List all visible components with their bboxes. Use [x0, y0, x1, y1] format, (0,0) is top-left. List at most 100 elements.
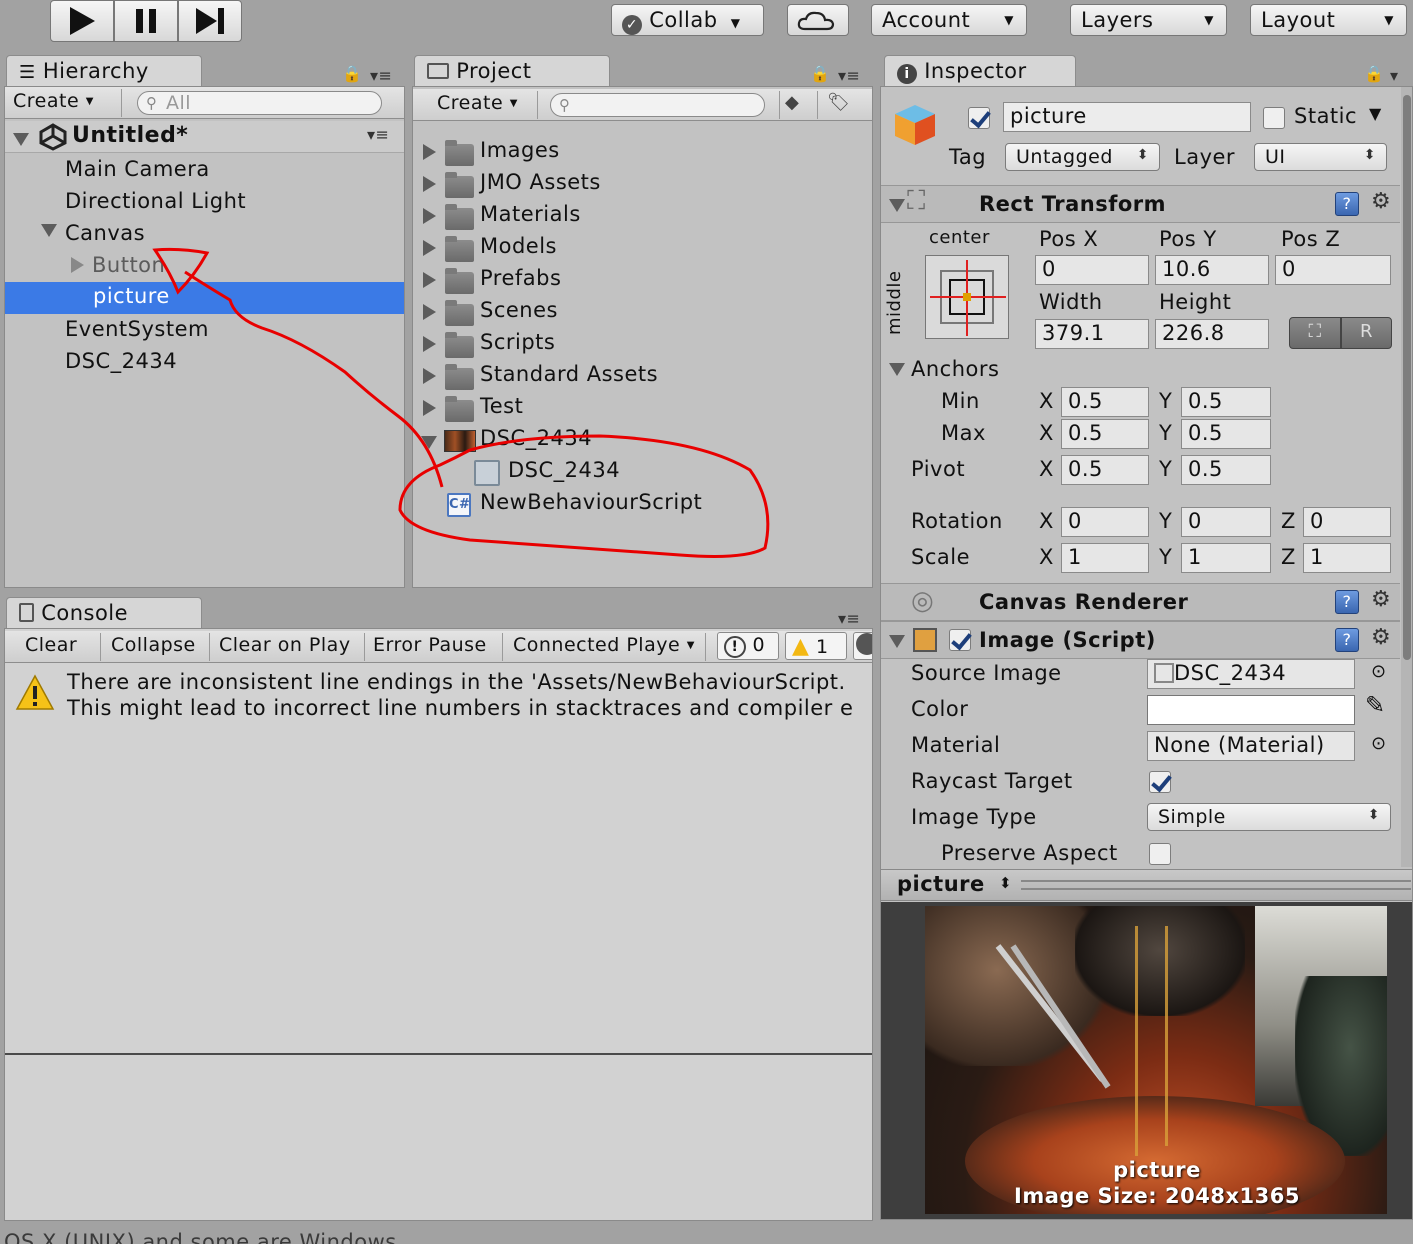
collapsed-arrow-icon[interactable]: [423, 176, 436, 192]
scale-y-field[interactable]: 1: [1181, 543, 1271, 573]
warning-count-toggle[interactable]: ▲ 1: [785, 632, 847, 660]
lock-icon[interactable]: 🔒: [342, 64, 362, 83]
asset-dsc-2434-sprite[interactable]: DSC_2434: [0, 458, 873, 488]
collapsed-arrow-icon[interactable]: [423, 336, 436, 352]
console-collapse-button[interactable]: Collapse: [111, 634, 196, 656]
color-swatch[interactable]: [1147, 695, 1355, 725]
tab-inspector[interactable]: i Inspector: [884, 55, 1076, 87]
error-count-toggle[interactable]: ! 0: [717, 632, 779, 660]
inspector-scrollbar-thumb[interactable]: [1403, 95, 1411, 660]
account-dropdown[interactable]: Account ▼: [871, 4, 1027, 36]
collapsed-arrow-icon[interactable]: [423, 400, 436, 416]
scale-z-field[interactable]: 1: [1303, 543, 1391, 573]
image-type-dropdown[interactable]: Simple ⬍: [1147, 803, 1391, 831]
updown-arrows-icon[interactable]: ⬍: [999, 874, 1012, 892]
panel-menu-icon[interactable]: ▾≡: [838, 66, 860, 85]
play-button[interactable]: [50, 0, 114, 42]
folder-models[interactable]: Models: [0, 234, 873, 264]
collapsed-arrow-icon[interactable]: [423, 272, 436, 288]
blueprint-mode-button[interactable]: ⛶: [1289, 317, 1341, 349]
anchor-min-y-field[interactable]: 0.5: [1181, 387, 1271, 417]
collapsed-arrow-icon[interactable]: [423, 304, 436, 320]
tab-hierarchy[interactable]: ☰ Hierarchy: [6, 55, 202, 87]
layers-dropdown[interactable]: Layers ▼: [1070, 4, 1227, 36]
material-field[interactable]: None (Material): [1147, 731, 1355, 761]
image-enabled-toggle[interactable]: [949, 629, 971, 651]
help-icon[interactable]: ?: [1335, 590, 1359, 614]
panel-menu-icon[interactable]: ▾: [1390, 66, 1399, 85]
connected-player-dropdown[interactable]: Connected Playe ▼: [513, 634, 695, 656]
anchors-expand-icon[interactable]: [889, 363, 905, 376]
object-picker-icon[interactable]: ⊙: [1371, 733, 1387, 754]
folder-jmo-assets[interactable]: JMO Assets: [0, 170, 873, 200]
scale-x-field[interactable]: 1: [1061, 543, 1149, 573]
active-toggle[interactable]: [968, 107, 990, 129]
static-toggle[interactable]: [1263, 107, 1285, 129]
rotation-z-field[interactable]: 0: [1303, 507, 1391, 537]
gear-icon[interactable]: ⚙: [1371, 587, 1391, 612]
layer-dropdown[interactable]: UI ⬍: [1254, 143, 1387, 171]
rotation-y-field[interactable]: 0: [1181, 507, 1271, 537]
collapsed-arrow-icon[interactable]: [423, 144, 436, 160]
pivot-x-field[interactable]: 0.5: [1061, 455, 1149, 485]
pivot-y-field[interactable]: 0.5: [1181, 455, 1271, 485]
anchor-max-y-field[interactable]: 0.5: [1181, 419, 1271, 449]
folder-standard-assets[interactable]: Standard Assets: [0, 362, 873, 392]
preview-drag-handle[interactable]: [1021, 880, 1411, 890]
rotation-x-field[interactable]: 0: [1061, 507, 1149, 537]
console-detail-divider[interactable]: [5, 1053, 872, 1055]
anchor-min-x-field[interactable]: 0.5: [1061, 387, 1149, 417]
height-field[interactable]: 226.8: [1155, 319, 1269, 349]
layout-dropdown[interactable]: Layout ▼: [1250, 4, 1407, 36]
expand-arrow-icon[interactable]: [889, 199, 905, 212]
collapsed-arrow-icon[interactable]: [423, 368, 436, 384]
hierarchy-search-input[interactable]: ⚲ All: [137, 91, 382, 115]
expand-arrow-icon[interactable]: [421, 436, 437, 449]
tag-dropdown[interactable]: Untagged ⬍: [1005, 143, 1160, 171]
anchor-preset-button[interactable]: [925, 255, 1009, 339]
inspector-scrollbar[interactable]: [1401, 87, 1412, 867]
static-dropdown-icon[interactable]: ▼: [1369, 104, 1382, 123]
console-clear-on-play-button[interactable]: Clear on Play: [219, 634, 351, 656]
pos-x-field[interactable]: 0: [1035, 255, 1149, 285]
help-icon[interactable]: ?: [1335, 192, 1359, 216]
raycast-target-toggle[interactable]: [1149, 771, 1171, 793]
object-name-field[interactable]: picture: [1003, 102, 1251, 132]
label-tag-icon[interactable]: 🏷: [827, 92, 850, 113]
console-log-entry[interactable]: There are inconsistent line endings in t…: [5, 667, 872, 725]
gear-icon[interactable]: ⚙: [1371, 625, 1391, 650]
tab-project[interactable]: Project: [414, 55, 610, 87]
folder-prefabs[interactable]: Prefabs: [0, 266, 873, 296]
pos-z-field[interactable]: 0: [1275, 255, 1391, 285]
lock-icon[interactable]: 🔒: [1364, 64, 1384, 83]
pos-y-field[interactable]: 10.6: [1155, 255, 1269, 285]
gear-icon[interactable]: ⚙: [1371, 189, 1391, 214]
help-icon[interactable]: ?: [1335, 628, 1359, 652]
project-search-input[interactable]: ⚲: [550, 93, 765, 117]
anchor-max-x-field[interactable]: 0.5: [1061, 419, 1149, 449]
collapsed-arrow-icon[interactable]: [423, 240, 436, 256]
folder-materials[interactable]: Materials: [0, 202, 873, 232]
eyedropper-icon[interactable]: ✎: [1365, 691, 1386, 719]
asset-newbehaviourscript[interactable]: C# NewBehaviourScript: [0, 490, 873, 520]
step-button[interactable]: [178, 0, 242, 42]
panel-menu-icon[interactable]: ▾≡: [838, 609, 860, 628]
tab-console[interactable]: Console: [6, 597, 202, 629]
asset-dsc-2434-texture[interactable]: DSC_2434: [0, 426, 873, 456]
log-count-toggle[interactable]: [853, 632, 873, 660]
preview-header[interactable]: picture ⬍: [881, 869, 1412, 901]
width-field[interactable]: 379.1: [1035, 319, 1149, 349]
folder-scenes[interactable]: Scenes: [0, 298, 873, 328]
rect-transform-header[interactable]: ⛶ Rect Transform ? ⚙: [881, 185, 1400, 223]
image-script-header[interactable]: Image (Script) ? ⚙: [881, 621, 1400, 659]
collab-button[interactable]: ✓ Collab ▼: [611, 4, 764, 36]
panel-menu-icon[interactable]: ▾≡: [370, 66, 392, 85]
cloud-button[interactable]: [787, 4, 849, 36]
hierarchy-create-button[interactable]: Create ▼: [13, 90, 94, 112]
object-picker-icon[interactable]: ⊙: [1371, 661, 1387, 682]
console-clear-button[interactable]: Clear: [25, 634, 77, 656]
source-image-field[interactable]: DSC_2434: [1147, 659, 1355, 689]
lock-icon[interactable]: 🔒: [810, 64, 830, 83]
raw-edit-button[interactable]: R: [1341, 317, 1392, 349]
pause-button[interactable]: [114, 0, 178, 42]
